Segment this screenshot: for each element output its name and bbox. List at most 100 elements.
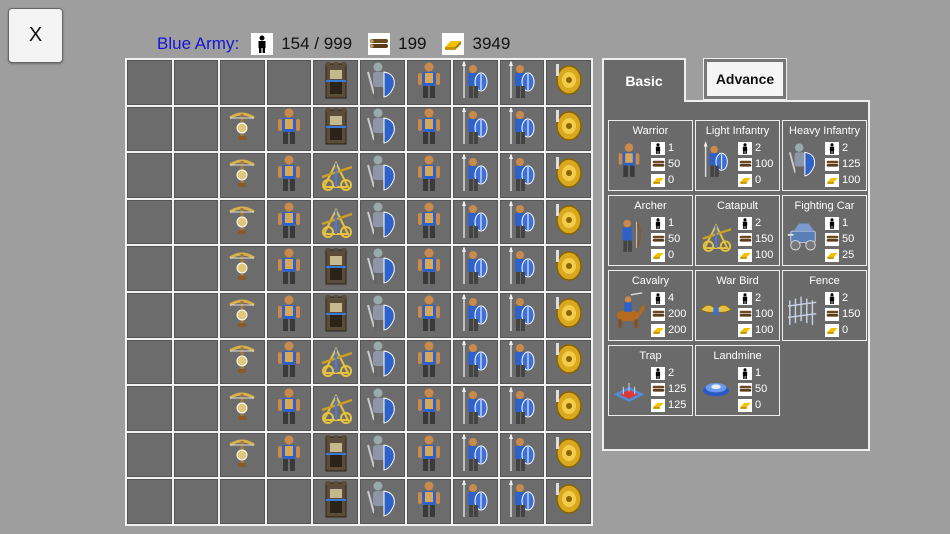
grid-cell[interactable] [453,479,498,524]
grid-cell[interactable] [453,246,498,291]
grid-cell[interactable] [406,153,452,198]
grid-cell[interactable] [266,199,312,245]
grid-cell[interactable] [127,292,172,338]
grid-cell[interactable] [359,432,405,478]
grid-cell[interactable] [127,479,172,524]
tab-advance[interactable]: Advance [703,58,787,100]
unit-card-landmine[interactable]: Landmine 1 50 0 [695,345,780,416]
grid-cell[interactable] [220,153,265,198]
grid-cell[interactable] [406,292,452,338]
grid-cell[interactable] [266,479,312,524]
grid-cell[interactable] [266,339,312,385]
grid-cell[interactable] [127,246,172,291]
grid-cell[interactable] [359,106,405,152]
grid-cell[interactable] [313,292,358,338]
grid-cell[interactable] [220,199,265,245]
grid-cell[interactable] [499,386,545,431]
grid-cell[interactable] [127,199,172,245]
grid-cell[interactable] [453,199,498,245]
grid-cell[interactable] [220,246,265,291]
grid-cell[interactable] [173,292,219,338]
grid-cell[interactable] [406,106,452,152]
grid-cell[interactable] [220,106,265,152]
grid-cell[interactable] [546,479,591,524]
grid-cell[interactable] [546,246,591,291]
grid-cell[interactable] [220,292,265,338]
grid-cell[interactable] [220,432,265,478]
grid-cell[interactable] [313,479,358,524]
grid-cell[interactable] [546,432,591,478]
grid-cell[interactable] [406,479,452,524]
grid-cell[interactable] [313,339,358,385]
grid-cell[interactable] [359,246,405,291]
grid-cell[interactable] [173,106,219,152]
grid-cell[interactable] [546,153,591,198]
grid-cell[interactable] [220,339,265,385]
unit-card-catapult[interactable]: Catapult 2 150 100 [695,195,780,266]
grid-cell[interactable] [546,199,591,245]
grid-cell[interactable] [499,153,545,198]
grid-cell[interactable] [499,292,545,338]
grid-cell[interactable] [359,292,405,338]
grid-cell[interactable] [359,60,405,105]
grid-cell[interactable] [359,199,405,245]
grid-cell[interactable] [546,60,591,105]
grid-cell[interactable] [499,60,545,105]
grid-cell[interactable] [406,60,452,105]
grid-cell[interactable] [266,246,312,291]
grid-cell[interactable] [127,386,172,431]
grid-cell[interactable] [313,432,358,478]
grid-cell[interactable] [499,432,545,478]
grid-cell[interactable] [127,106,172,152]
unit-card-warrior[interactable]: Warrior 1 50 0 [608,120,693,191]
unit-card-cavalry[interactable]: Cavalry 4 200 200 [608,270,693,341]
grid-cell[interactable] [266,106,312,152]
grid-cell[interactable] [453,106,498,152]
grid-cell[interactable] [453,292,498,338]
grid-cell[interactable] [127,153,172,198]
grid-cell[interactable] [173,432,219,478]
unit-card-light-infantry[interactable]: Light Infantry 2 100 0 [695,120,780,191]
close-button[interactable]: X [8,8,63,63]
grid-cell[interactable] [359,479,405,524]
grid-cell[interactable] [127,432,172,478]
grid-cell[interactable] [173,386,219,431]
grid-cell[interactable] [313,199,358,245]
grid-cell[interactable] [499,199,545,245]
grid-cell[interactable] [546,292,591,338]
grid-cell[interactable] [359,386,405,431]
grid-cell[interactable] [453,386,498,431]
grid-cell[interactable] [359,153,405,198]
grid-cell[interactable] [406,432,452,478]
grid-cell[interactable] [173,199,219,245]
grid-cell[interactable] [359,339,405,385]
grid-cell[interactable] [220,60,265,105]
grid-cell[interactable] [453,60,498,105]
grid-cell[interactable] [453,339,498,385]
grid-cell[interactable] [546,339,591,385]
grid-cell[interactable] [546,386,591,431]
unit-card-fence[interactable]: Fence 2 150 0 [782,270,867,341]
grid-cell[interactable] [453,153,498,198]
grid-cell[interactable] [313,106,358,152]
grid-cell[interactable] [220,479,265,524]
grid-cell[interactable] [127,60,172,105]
grid-cell[interactable] [173,339,219,385]
grid-cell[interactable] [406,199,452,245]
grid-cell[interactable] [406,386,452,431]
unit-card-fighting-car[interactable]: Fighting Car 1 50 25 [782,195,867,266]
grid-cell[interactable] [173,60,219,105]
grid-cell[interactable] [406,339,452,385]
grid-cell[interactable] [266,386,312,431]
unit-card-war-bird[interactable]: War Bird 2 100 100 [695,270,780,341]
grid-cell[interactable] [313,153,358,198]
grid-cell[interactable] [266,60,312,105]
unit-card-archer[interactable]: Archer 1 50 0 [608,195,693,266]
grid-cell[interactable] [173,479,219,524]
grid-cell[interactable] [313,60,358,105]
tab-basic[interactable]: Basic [602,58,686,102]
grid-cell[interactable] [220,386,265,431]
grid-cell[interactable] [499,246,545,291]
grid-cell[interactable] [266,292,312,338]
grid-cell[interactable] [499,106,545,152]
